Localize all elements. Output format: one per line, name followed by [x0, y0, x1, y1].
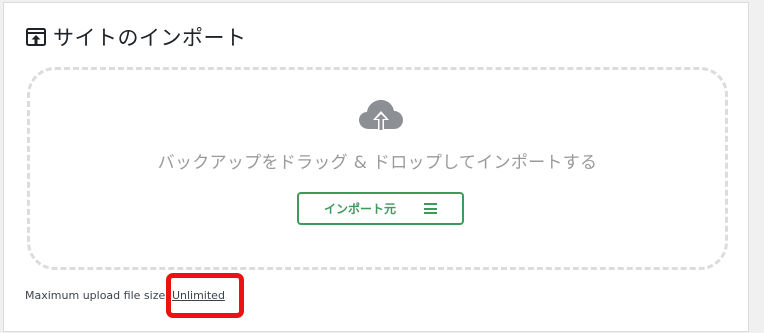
cloud-upload-icon	[359, 100, 403, 132]
menu-icon	[424, 203, 437, 214]
page-title: サイトのインポート	[53, 26, 247, 50]
highlight-annotation	[166, 273, 244, 318]
panel-header: サイトのインポート	[25, 23, 247, 51]
dropzone-instructions: バックアップをドラッグ & ドロップしてインポートする	[157, 153, 598, 173]
import-from-button-label: インポート元	[323, 202, 396, 216]
upload-size-label: Maximum upload file size:	[25, 289, 169, 302]
import-site-panel: サイトのインポート バックアップをドラッグ & ドロップしてインポートする イン…	[3, 2, 749, 332]
upload-box-icon	[26, 28, 46, 46]
import-from-button[interactable]: インポート元	[297, 192, 464, 225]
file-dropzone[interactable]: バックアップをドラッグ & ドロップしてインポートする インポート元	[27, 67, 728, 270]
